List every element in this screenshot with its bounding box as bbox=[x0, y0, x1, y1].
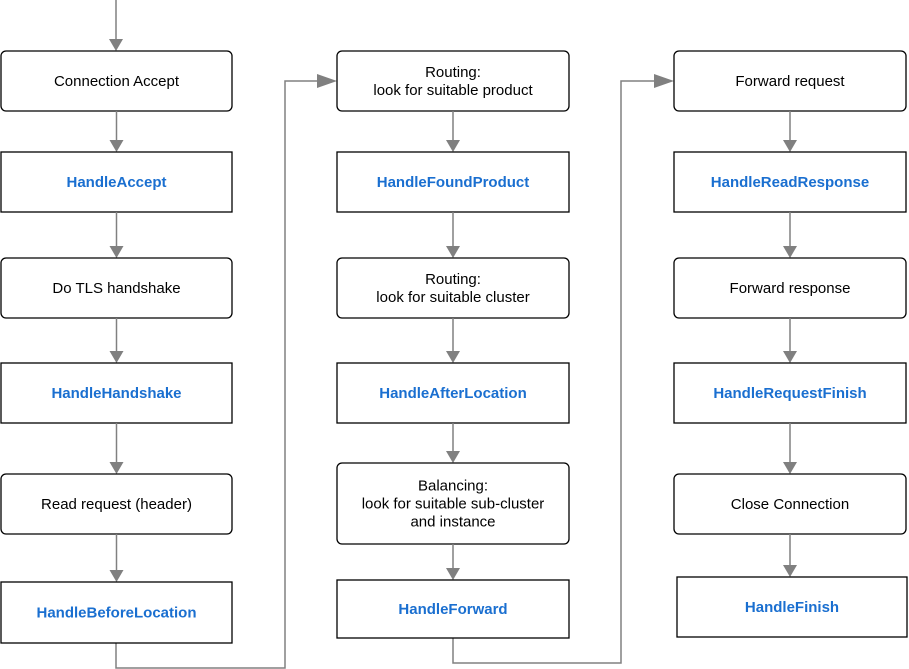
arrowhead-icon bbox=[783, 246, 797, 258]
box-label-line: HandleReadResponse bbox=[711, 174, 869, 191]
handler-box: HandleAfterLocation bbox=[336, 362, 570, 424]
box-label: HandleAfterLocation bbox=[379, 385, 527, 402]
handler-box: HandleBeforeLocation bbox=[0, 581, 233, 644]
box-label: HandleFoundProduct bbox=[377, 174, 530, 191]
box-label: HandleBeforeLocation bbox=[36, 605, 196, 622]
box-label-line: look for suitable sub-cluster bbox=[362, 496, 545, 513]
handler-box: HandleHandshake bbox=[0, 362, 233, 424]
request-flow-diagram: Connection Accept HandleAccept Do TLS hand… bbox=[0, 0, 908, 669]
handler-box: HandleForward bbox=[336, 579, 570, 639]
arrowhead-icon bbox=[446, 351, 460, 363]
arrowhead-icon bbox=[109, 140, 124, 152]
box-label: HandleRequestFinish bbox=[713, 385, 866, 402]
box-label-line: HandleFinish bbox=[745, 599, 839, 616]
box-label-line: Forward response bbox=[730, 280, 851, 297]
box-label-line: HandleAccept bbox=[66, 174, 166, 191]
handler-box: HandleFinish bbox=[676, 576, 908, 638]
box-label: HandleAccept bbox=[66, 174, 166, 191]
step-box: Do TLS handshake bbox=[0, 257, 233, 319]
arrowhead-icon bbox=[446, 140, 460, 152]
arrowhead-icon bbox=[446, 451, 460, 463]
box-label-line: Balancing: bbox=[418, 478, 488, 495]
handler-box: HandleFoundProduct bbox=[336, 151, 570, 213]
box-label-line: HandleRequestFinish bbox=[713, 385, 866, 402]
box-label-line: and instance bbox=[410, 514, 495, 531]
arrowhead-icon bbox=[109, 246, 124, 258]
arrowhead-icon bbox=[783, 351, 797, 363]
box-label-line: Close Connection bbox=[731, 496, 849, 513]
step-box: Connection Accept bbox=[0, 50, 233, 112]
box-label: Close Connection bbox=[731, 496, 849, 513]
box-label-line: HandleBeforeLocation bbox=[36, 605, 196, 622]
box-label-line: Read request (header) bbox=[41, 496, 192, 513]
arrowhead-icon bbox=[109, 39, 123, 51]
arrowhead-icon bbox=[783, 565, 797, 577]
step-box: Balancing: look for suitable sub-cluster a… bbox=[336, 462, 570, 545]
box-label-line: Routing: bbox=[425, 271, 481, 288]
arrowhead-icon bbox=[654, 74, 674, 88]
arrowhead-icon bbox=[783, 462, 797, 474]
box-label-line: HandleAfterLocation bbox=[379, 385, 527, 402]
box-label-line: HandleFoundProduct bbox=[377, 174, 530, 191]
box-label: Forward response bbox=[730, 280, 851, 297]
step-box: Forward request bbox=[673, 50, 907, 112]
box-label-line: Do TLS handshake bbox=[52, 280, 180, 297]
box-label: HandleReadResponse bbox=[711, 174, 869, 191]
handler-box: HandleReadResponse bbox=[673, 151, 907, 213]
arrowhead-icon bbox=[783, 140, 797, 152]
box-label-line: Forward request bbox=[735, 73, 845, 90]
arrowhead-icon bbox=[446, 246, 460, 258]
step-box: Routing: look for suitable product bbox=[336, 50, 570, 112]
arrowhead-icon bbox=[446, 568, 460, 580]
handler-box: HandleAccept bbox=[0, 151, 233, 213]
box-outline bbox=[336, 50, 570, 112]
box-label-line: Routing: bbox=[425, 64, 481, 81]
box-outline bbox=[336, 257, 570, 319]
box-label: HandleFinish bbox=[745, 599, 839, 616]
arrowhead-icon bbox=[109, 570, 124, 582]
step-box: Forward response bbox=[673, 257, 907, 319]
handler-box: HandleRequestFinish bbox=[673, 362, 907, 424]
step-box: Read request (header) bbox=[0, 473, 233, 535]
box-label: HandleHandshake bbox=[51, 385, 181, 402]
box-label: Do TLS handshake bbox=[52, 280, 180, 297]
step-box: Routing: look for suitable cluster bbox=[336, 257, 570, 319]
box-label: Forward request bbox=[735, 73, 845, 90]
box-label: Connection Accept bbox=[54, 73, 180, 90]
arrowhead-icon bbox=[109, 462, 124, 474]
box-label-line: HandleForward bbox=[398, 601, 507, 618]
step-box: Close Connection bbox=[673, 473, 907, 535]
arrowhead-icon bbox=[109, 351, 124, 363]
box-label-line: Connection Accept bbox=[54, 73, 180, 90]
box-label-line: look for suitable cluster bbox=[376, 289, 529, 306]
box-label: HandleForward bbox=[398, 601, 507, 618]
box-label-line: look for suitable product bbox=[373, 82, 533, 99]
box-label-line: HandleHandshake bbox=[51, 385, 181, 402]
box-label: Read request (header) bbox=[41, 496, 192, 513]
arrowhead-icon bbox=[317, 74, 337, 88]
